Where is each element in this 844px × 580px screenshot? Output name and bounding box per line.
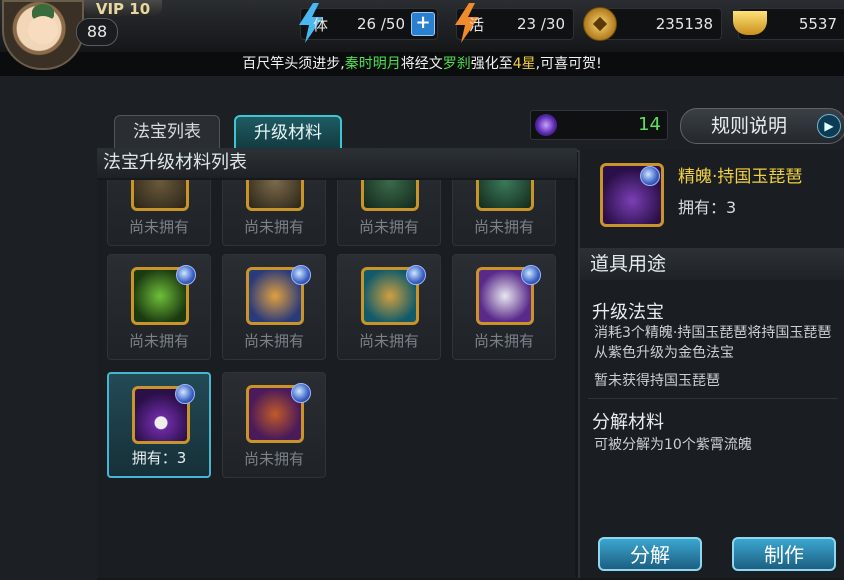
material-slot[interactable]: 尚未拥有 (222, 254, 326, 360)
ingots-bar: 5537 (733, 8, 844, 40)
rules-button[interactable]: 规则说明 ▶ (680, 108, 844, 144)
usage-header: 道具用途 (580, 248, 844, 280)
ticker-item: 罗刹 (442, 56, 471, 72)
slot-label: 尚未拥有 (128, 218, 189, 236)
decompose-button[interactable]: 分解 (598, 537, 702, 571)
material-icon (246, 180, 304, 211)
stamina-value: 26 /50 (357, 15, 405, 33)
tab-treasure-list[interactable]: 法宝列表 (114, 115, 220, 149)
gold-ingot-icon (733, 11, 767, 35)
avatar-face (28, 16, 58, 44)
material-slot[interactable]: 尚未拥有 (452, 254, 556, 360)
counter-value: 14 (638, 114, 661, 135)
vitality-value: 23 /30 (517, 15, 565, 33)
orb-badge-icon (291, 383, 311, 403)
ticker-player: 秦时明月 (344, 56, 401, 72)
stamina-label: 体 (313, 16, 329, 34)
vip-badge[interactable]: VIP 10 (84, 0, 162, 18)
material-slot[interactable]: 尚未拥有 (222, 180, 326, 246)
divider (588, 398, 838, 399)
material-slot[interactable]: 尚未拥有 (107, 180, 211, 246)
upgrade-description: 消耗3个精魄·持国玉琵琶将持国玉琵琶从紫色升级为金色法宝 (594, 325, 832, 361)
coins-bar: 235138 (583, 7, 722, 41)
material-icon (131, 180, 189, 211)
slot-label: 尚未拥有 (358, 332, 419, 350)
material-slot[interactable]: 尚未拥有 (222, 372, 326, 478)
ticker-text: 将经文 (400, 56, 443, 72)
material-slot[interactable]: 尚未拥有 (452, 180, 556, 246)
slot-label: 尚未拥有 (473, 332, 534, 350)
player-level: 88 (76, 18, 118, 46)
upgrade-note: 暂未获得持国玉琵琶 (594, 373, 720, 389)
rules-label: 规则说明 (711, 115, 788, 137)
upgrade-title: 升级法宝 (592, 302, 664, 323)
material-slot[interactable]: 尚未拥有 (107, 254, 211, 360)
decompose-description: 可被分解为10个紫霄流魄 (594, 437, 752, 453)
ticker-text: ,可喜可贺! (535, 56, 602, 72)
orb-badge-icon (640, 166, 660, 186)
slot-label: 尚未拥有 (243, 450, 304, 468)
orb-badge-icon (175, 384, 195, 404)
material-slot[interactable]: 尚未拥有 (337, 254, 441, 360)
ingots-value: 5537 (798, 15, 837, 33)
orb-badge-icon (406, 265, 426, 285)
material-icon (476, 180, 534, 211)
ticker-text: 百尺竿头须进步, (242, 56, 345, 72)
orb-badge-icon (291, 265, 311, 285)
item-owned: 拥有：3 (678, 198, 737, 217)
material-icon (361, 180, 419, 211)
materials-grid: 尚未拥有 尚未拥有 尚未拥有 尚未拥有 尚未拥有 尚未拥有 尚未拥有 尚未拥有 … (97, 180, 575, 578)
add-stamina-button[interactable]: + (411, 12, 435, 36)
stamina-bar: 体 26 /50 + (299, 3, 438, 43)
decompose-title: 分解材料 (592, 412, 664, 433)
item-name: 精魄·持国玉琵琶 (678, 167, 803, 187)
slot-label: 尚未拥有 (473, 218, 534, 236)
material-slot-selected[interactable]: 拥有：3 (107, 372, 211, 478)
orb-badge-icon (521, 265, 541, 285)
arrow-right-icon: ▶ (817, 114, 841, 138)
coin-icon (583, 7, 617, 41)
purple-orb-icon (535, 114, 557, 136)
announcement-ticker: 百尺竿头须进步,秦时明月将经文罗刹强化至4星,可喜可贺! (0, 52, 844, 76)
orb-badge-icon (176, 265, 196, 285)
list-title: 法宝升级材料列表 (97, 148, 577, 178)
slot-label: 尚未拥有 (358, 218, 419, 236)
tab-upgrade-materials[interactable]: 升级材料 (234, 115, 342, 151)
slot-label: 尚未拥有 (243, 218, 304, 236)
material-slot[interactable]: 尚未拥有 (337, 180, 441, 246)
ticker-text: 强化至 (470, 56, 513, 72)
vitality-label: 活 (469, 16, 485, 34)
vitality-bar: 活 23 /30 (455, 3, 574, 43)
slot-label: 拥有：3 (131, 449, 187, 467)
slot-label: 尚未拥有 (128, 332, 189, 350)
ticker-stars: 4星 (512, 56, 536, 72)
material-counter: 14 (530, 110, 668, 140)
slot-label: 尚未拥有 (243, 332, 304, 350)
craft-button[interactable]: 制作 (732, 537, 836, 571)
coins-value: 235138 (655, 15, 713, 33)
